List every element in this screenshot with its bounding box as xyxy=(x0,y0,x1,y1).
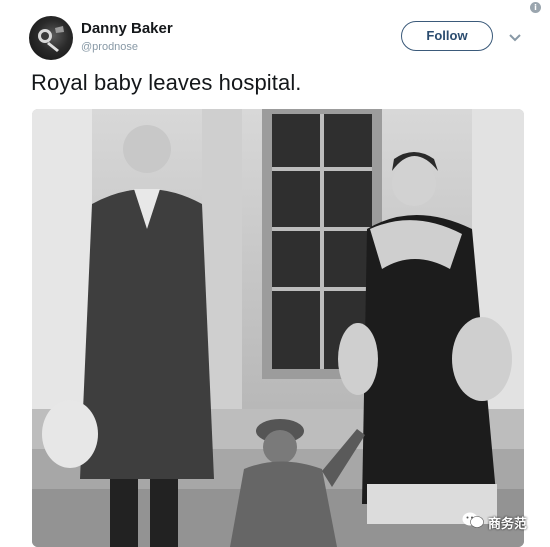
wechat-icon xyxy=(462,512,484,528)
chevron-down-icon[interactable] xyxy=(509,29,521,47)
info-icon[interactable]: i xyxy=(530,2,541,13)
watermark: 商务范 xyxy=(462,511,540,533)
watermark-text: 商务范 xyxy=(488,516,528,531)
author-handle[interactable]: @prodnose xyxy=(81,41,138,53)
follow-button[interactable]: Follow xyxy=(401,21,493,51)
profile-avatar[interactable] xyxy=(29,16,73,60)
tweet-text: Royal baby leaves hospital. xyxy=(31,70,302,95)
tweet-photo[interactable] xyxy=(32,109,524,547)
author-name[interactable]: Danny Baker xyxy=(81,20,173,37)
